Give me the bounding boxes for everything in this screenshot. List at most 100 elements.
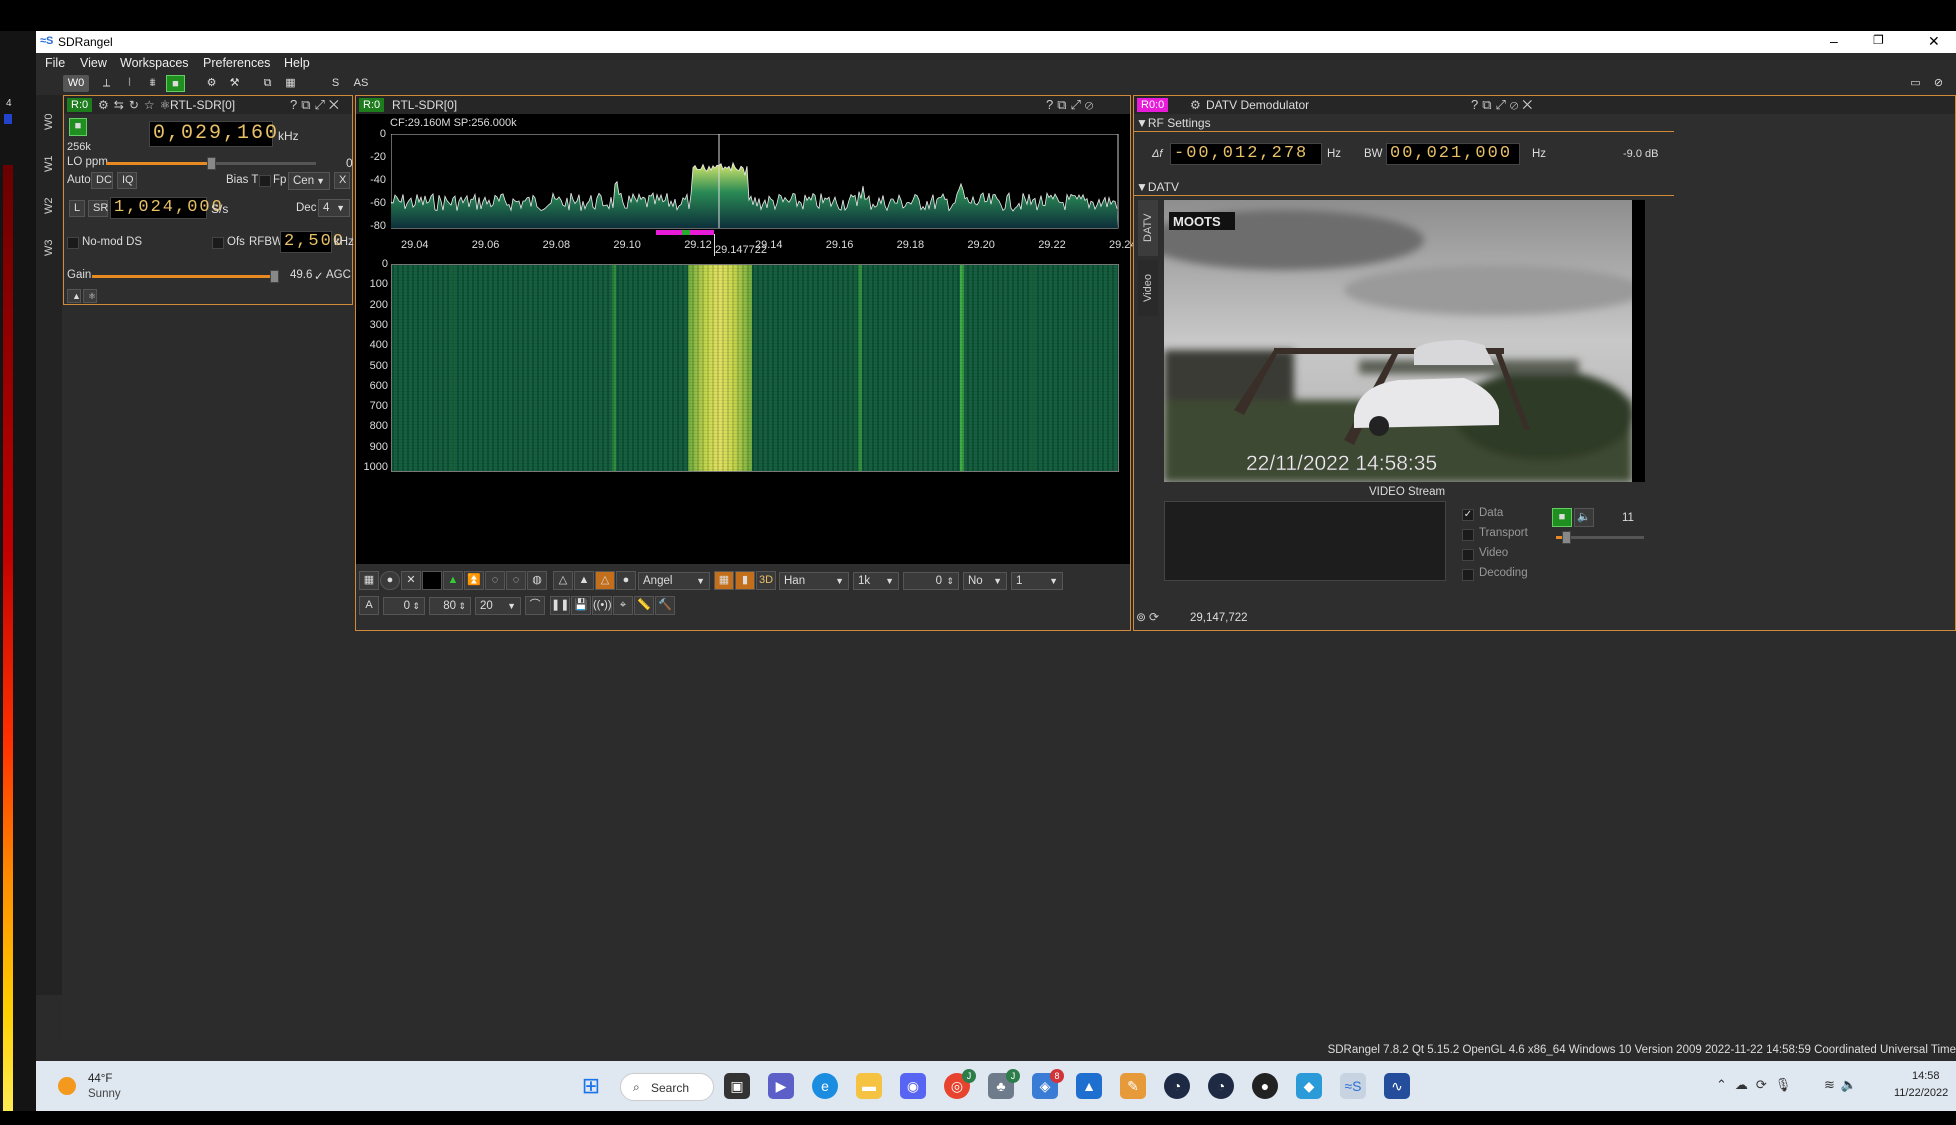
cascade-windows-icon[interactable]: ⧉ <box>258 75 277 92</box>
iq-button[interactable]: IQ <box>117 172 137 189</box>
network-icon[interactable]: ⚛ <box>83 289 97 303</box>
pause-icon[interactable]: ❚❚ <box>550 596 570 615</box>
tab-w2[interactable]: W2 <box>39 187 59 225</box>
hide-icon[interactable]: ⊘ <box>1929 75 1948 92</box>
windows-start-icon[interactable]: ⊞ <box>578 1073 604 1099</box>
curve-icon[interactable]: ⌒ <box>525 596 545 615</box>
datv-section-header[interactable]: ▼DATV <box>1136 180 1179 194</box>
datv-window-icons[interactable]: ?⧉⤢⊘✕ <box>1471 97 1536 113</box>
spectrum-window-icons[interactable]: ?⧉⤢⊘ <box>1046 97 1097 113</box>
tab-video[interactable]: Video <box>1138 260 1158 316</box>
color-icon[interactable] <box>422 571 442 590</box>
auto-scale-button[interactable]: A <box>359 596 379 615</box>
record-icon[interactable]: ● <box>1252 1073 1278 1099</box>
start-stop-button[interactable]: ■ <box>69 118 87 136</box>
stack-button[interactable]: S <box>326 75 345 92</box>
auto-stack-button[interactable]: AS <box>349 75 373 92</box>
add-tx-device-icon[interactable]: ⦚ <box>120 75 139 92</box>
clock-date[interactable]: 11/22/2022 <box>1894 1087 1948 1099</box>
palette-select[interactable]: Angel ▼ <box>638 572 710 590</box>
averaging-mode-select[interactable]: No ▼ <box>963 572 1007 590</box>
features-settings-icon[interactable]: ⚒ <box>225 75 244 92</box>
ofs-checkbox[interactable] <box>212 237 224 249</box>
speaker-icon[interactable]: 🔈 <box>1574 508 1594 527</box>
obs-icon[interactable]: ◔ <box>1164 1073 1190 1099</box>
transport-checkbox[interactable] <box>1462 529 1474 541</box>
grid-intensity-icon[interactable]: ● <box>380 571 400 590</box>
add-feature-icon[interactable]: ⚙ <box>202 75 221 92</box>
trace-intensity-icon[interactable]: ● <box>616 571 636 590</box>
workspace-button[interactable]: W0 <box>63 75 89 92</box>
stroke-icon[interactable]: ◍ <box>527 571 547 590</box>
rfbw-value[interactable]: 2,500 <box>280 231 343 253</box>
device-window-icons[interactable]: ?⧉⤢✕ <box>290 97 343 113</box>
fft-size-select[interactable]: 1k ▼ <box>853 572 899 590</box>
add-rx-device-icon[interactable]: ⟂ <box>97 75 116 92</box>
triangle-up-icon[interactable]: ▲ <box>67 289 81 303</box>
play-video-icon[interactable]: ■ <box>1552 508 1572 527</box>
tab-w3[interactable]: W3 <box>39 229 59 267</box>
max-hold-icon[interactable]: ⏫ <box>464 571 484 590</box>
discord-icon[interactable]: ◉ <box>900 1073 926 1099</box>
search-box[interactable]: ⌕ Search <box>620 1073 714 1101</box>
file-explorer-icon[interactable]: ▬ <box>856 1073 882 1099</box>
nomod-ds-checkbox[interactable] <box>67 237 79 249</box>
weather-temp[interactable]: 44°F <box>88 1073 112 1085</box>
l-button[interactable]: L <box>69 200 85 217</box>
menu-view[interactable]: View <box>80 56 107 70</box>
obs-icon-2[interactable]: ◔ <box>1208 1073 1234 1099</box>
fp-select[interactable]: Cen ▼ <box>288 172 330 190</box>
current-trace-icon[interactable]: △ <box>553 571 573 590</box>
weather-condition[interactable]: Sunny <box>88 1088 121 1100</box>
gain-knob[interactable] <box>270 270 279 283</box>
sdrangel-taskbar-icon[interactable]: ≈S <box>1340 1073 1366 1099</box>
current-fill-icon[interactable]: ▲ <box>574 571 594 590</box>
fps-select[interactable]: 20 ▼ <box>475 597 521 615</box>
agc-check-icon[interactable]: ✓ <box>314 269 324 283</box>
ref-level-spinbox[interactable]: 0 ⇕ <box>383 597 425 615</box>
menu-file[interactable]: File <box>45 56 65 70</box>
device-header-icons[interactable]: ⚙⇆↻☆⚛ <box>98 98 175 112</box>
averaging-count-select[interactable]: 1 ▼ <box>1011 572 1063 590</box>
paint-icon[interactable]: ✎ <box>1120 1073 1146 1099</box>
clock-time[interactable]: 14:58 <box>1912 1070 1940 1082</box>
window-select[interactable]: Han ▼ <box>779 572 849 590</box>
decay-icon[interactable]: ◌ <box>485 571 505 590</box>
delta-frequency[interactable]: -00,012,278 <box>1170 143 1322 165</box>
dock-icon[interactable]: ▭ <box>1906 75 1925 92</box>
save-icon[interactable]: 💾 <box>571 596 591 615</box>
lo-ppm-knob[interactable] <box>207 157 216 170</box>
spectrogram-icon[interactable]: ▦ <box>714 571 734 590</box>
x-button[interactable]: X <box>334 172 350 189</box>
minimize-button[interactable]: – <box>1830 33 1838 49</box>
grid-icon[interactable]: ▦ <box>359 571 379 590</box>
waterfall-icon[interactable]: △ <box>595 571 615 590</box>
overlap-spinbox[interactable]: 0 ⇕ <box>903 572 959 590</box>
teams-icon[interactable]: ▶ <box>768 1073 794 1099</box>
tab-w1[interactable]: W1 <box>39 145 59 183</box>
datv-settings-icon[interactable]: ⚙ <box>1190 98 1201 112</box>
sample-rate[interactable]: 1,024,000 <box>110 197 222 219</box>
tools-icon[interactable]: 🔨 <box>655 596 675 615</box>
datv-footer-icons[interactable]: ⊚⟳ <box>1136 610 1162 624</box>
decoding-checkbox[interactable] <box>1462 569 1474 581</box>
menu-help[interactable]: Help <box>284 56 310 70</box>
ruler-icon[interactable]: 📏 <box>634 596 654 615</box>
volume-slider[interactable] <box>1556 531 1644 544</box>
rf-settings-header[interactable]: ▼RF Settings <box>1136 116 1211 130</box>
volume-knob[interactable] <box>1562 531 1571 544</box>
dec-select[interactable]: 4 ▼ <box>318 199 350 217</box>
dc-button[interactable]: DC <box>91 172 113 189</box>
network-volume-icons[interactable]: ≋🔈 <box>1824 1077 1863 1093</box>
restore-button[interactable]: ❐ <box>1873 33 1884 47</box>
crosshair-icon[interactable]: ⌖ <box>613 596 633 615</box>
store-icon[interactable]: ◆ <box>1296 1073 1322 1099</box>
clear-spectrum-icon[interactable]: ✕ <box>401 571 421 590</box>
spectrum-3d-icon[interactable]: ▮ <box>735 571 755 590</box>
photos-icon[interactable]: ▲ <box>1076 1073 1102 1099</box>
spectrum-display[interactable]: CF:29.160M SP:256.000k 0 -20 -40 -60 -80 29.… <box>356 114 1278 564</box>
gain-slider[interactable] <box>92 270 279 283</box>
menu-preferences[interactable]: Preferences <box>203 56 270 70</box>
edge-icon[interactable]: e <box>812 1073 838 1099</box>
tray-icons[interactable]: ⌃☁⟳🎙 <box>1716 1077 1799 1093</box>
